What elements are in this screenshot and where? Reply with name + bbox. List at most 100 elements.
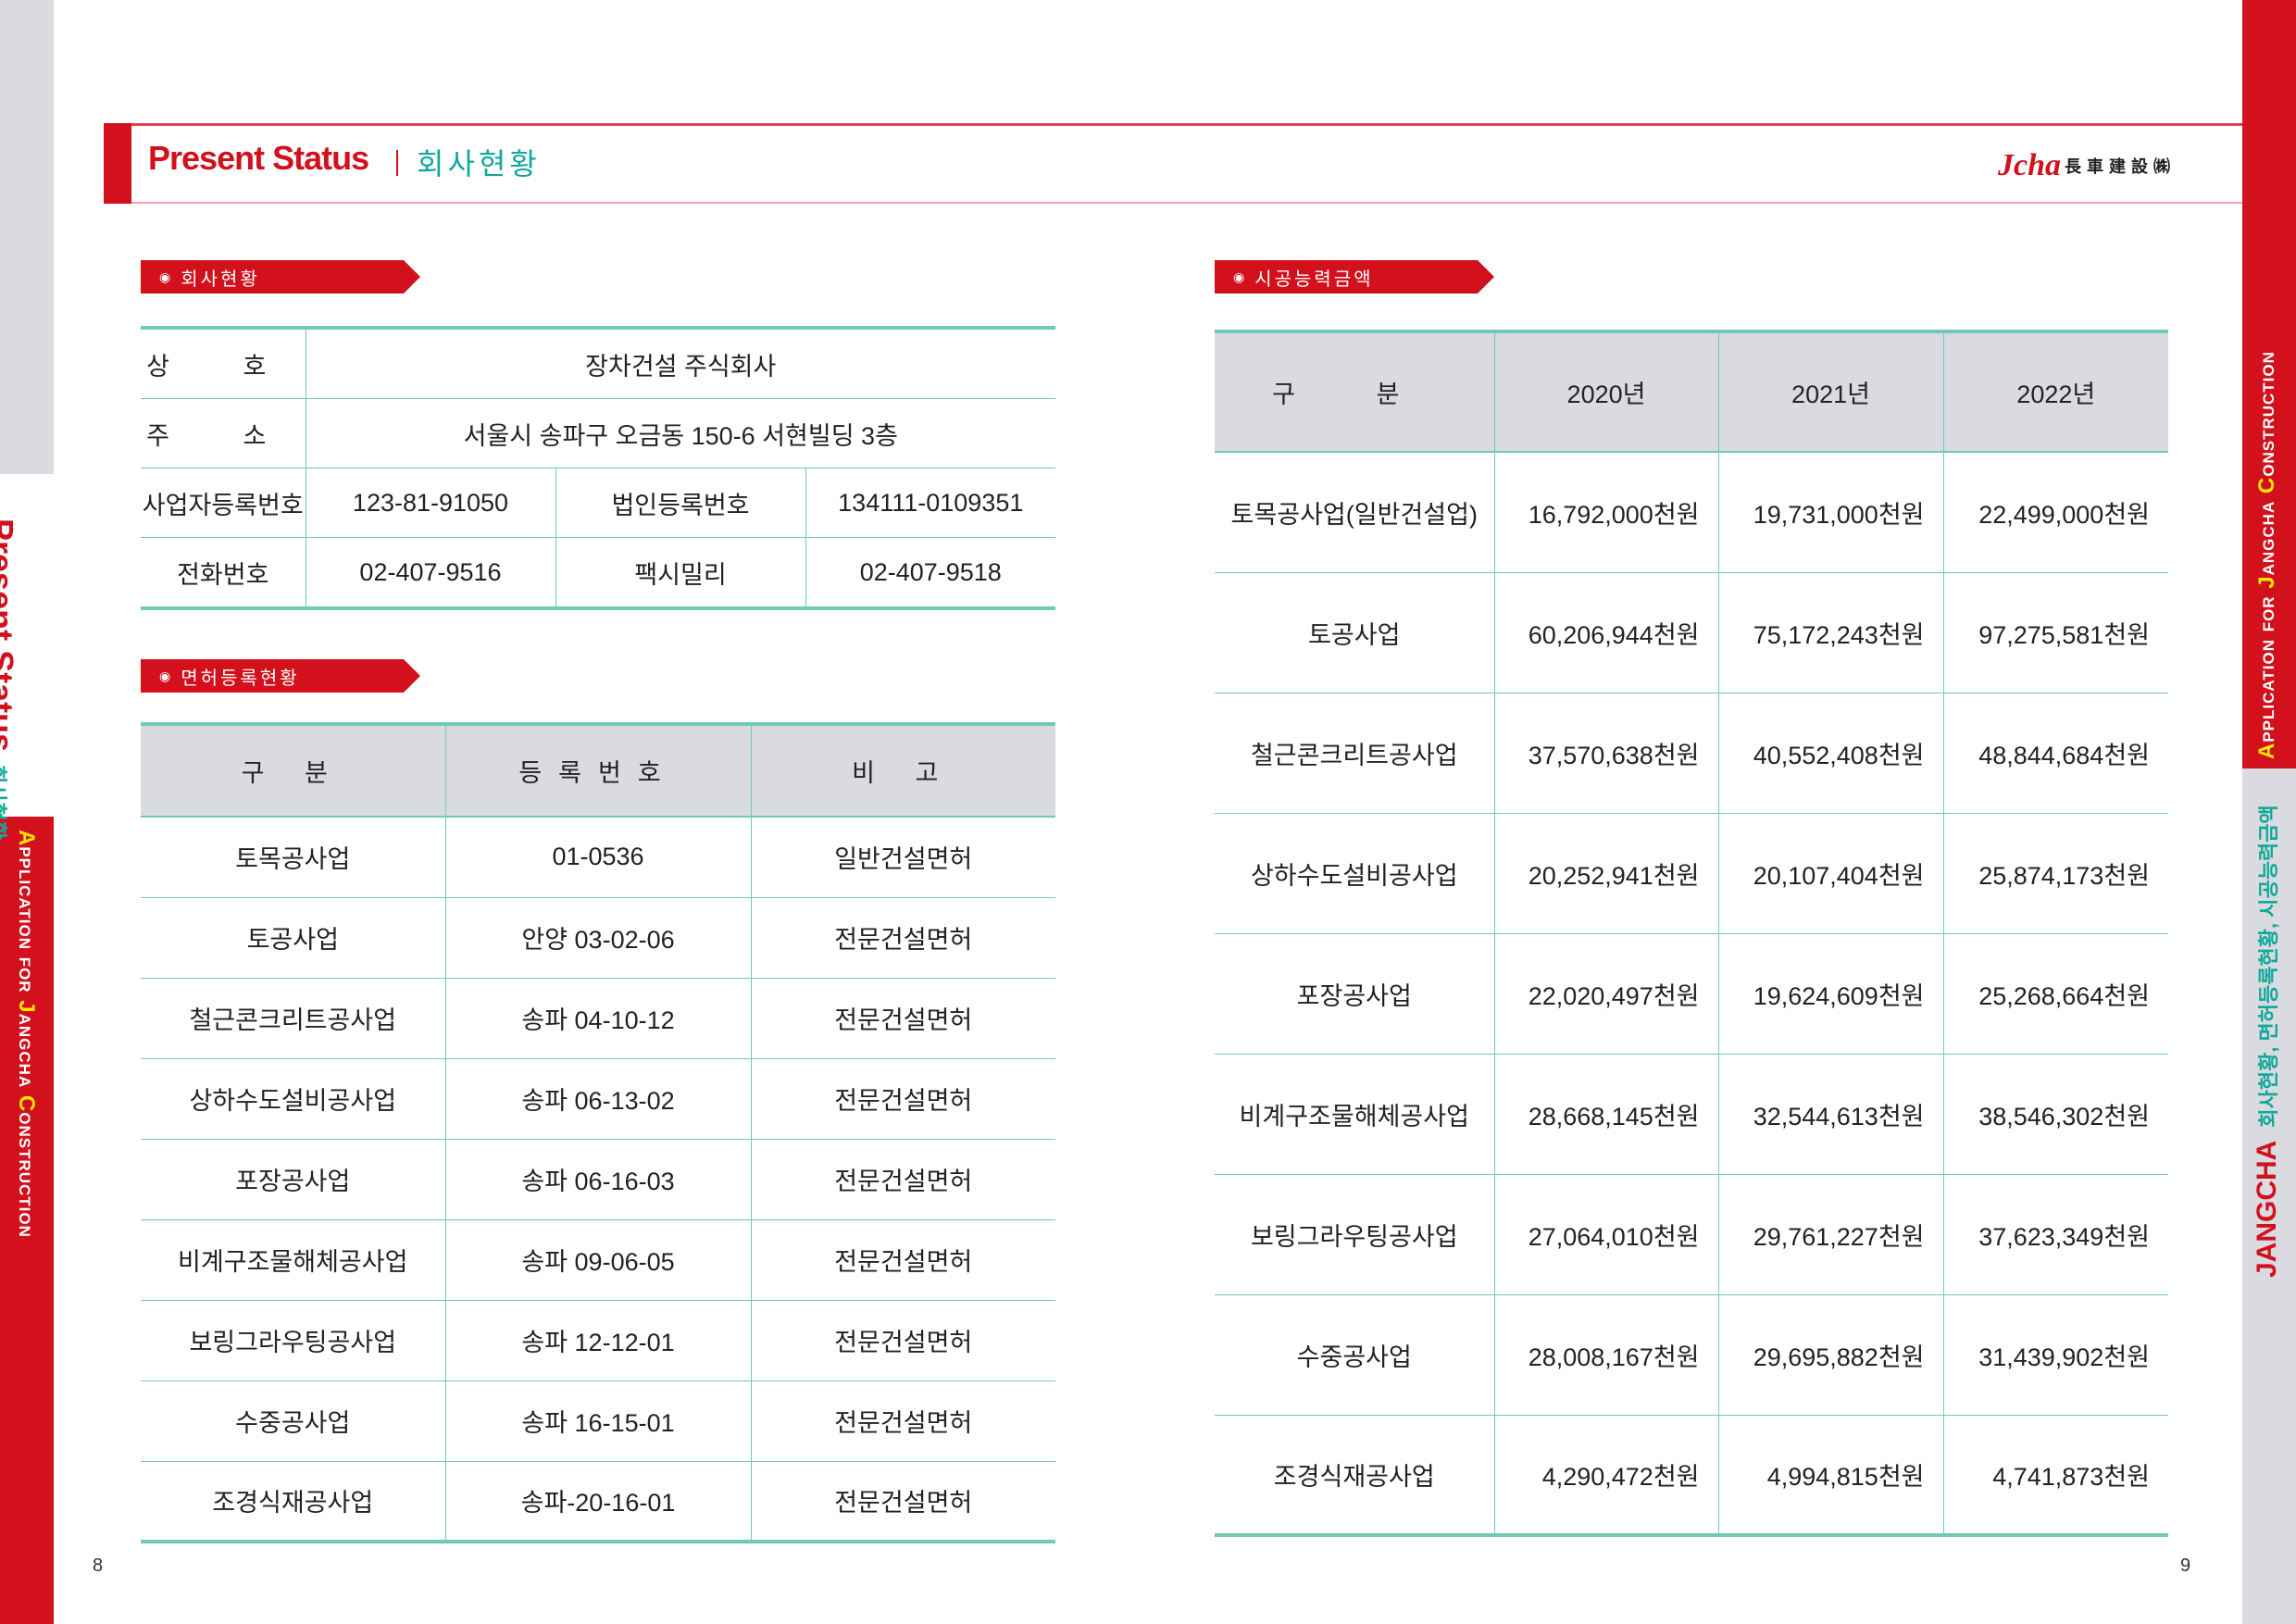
bullet-icon: ◉ <box>159 269 174 284</box>
table-row: 상하수도설비공사업 20,252,941천원 20,107,404천원 25,874,… <box>1215 812 2168 933</box>
table-row: 상 호 장차건설 주식회사 <box>141 328 1056 399</box>
logo-text: 長車建設㈱ <box>2065 157 2176 176</box>
capacity-2022: 22,499,000천원 <box>1942 451 2168 572</box>
license-category: 보링그라우팅공사업 <box>141 1299 445 1380</box>
header-accent-block <box>104 123 131 204</box>
table-row: 사업자등록번호 123-81-91050 법인등록번호 134111-01093… <box>141 468 1056 538</box>
capacity-2021: 4,994,815천원 <box>1717 1414 1943 1535</box>
page-number-left: 8 <box>93 1555 104 1576</box>
table-row: 수중공사업 28,008,167천원 29,695,882천원 31,439,902천… <box>1215 1293 2168 1415</box>
capacity-category: 토목공사업(일반건설업) <box>1215 451 1494 572</box>
capacity-header-2021: 2021년 <box>1717 331 1943 452</box>
capacity-2022: 4,741,873천원 <box>1942 1414 2168 1535</box>
license-number: 송파 06-13-02 <box>444 1057 751 1139</box>
bullet-icon: ◉ <box>159 668 174 683</box>
capacity-category: 수중공사업 <box>1215 1293 1494 1415</box>
capacity-2020: 16,792,000천원 <box>1493 451 1718 572</box>
license-number: 송파-20-16-01 <box>444 1460 751 1542</box>
capacity-header-2020: 2020년 <box>1493 331 1718 452</box>
license-number: 01-0536 <box>444 816 751 897</box>
company-logo: Jcha 長車建設㈱ <box>1998 148 2176 182</box>
table-row: 비계구조물해체공사업 28,668,145천원 32,544,613천원 38,546… <box>1215 1053 2168 1174</box>
table-header-row: 구 분 2020년 2021년 2022년 <box>1215 331 2168 452</box>
corporate-number-label: 법인등록번호 <box>555 468 805 538</box>
capacity-category: 토공사업 <box>1215 571 1494 693</box>
right-side-title: JANGCHA회사현황, 면허등록현황, 시공능력금액 <box>2252 805 2282 1278</box>
table-row: 조경식재공사업 4,290,472천원 4,994,815천원 4,741,873천원 <box>1215 1414 2168 1535</box>
business-number-label: 사업자등록번호 <box>141 468 306 538</box>
table-row: 상하수도설비공사업 송파 06-13-02 전문건설면허 <box>141 1057 1055 1139</box>
header-top-line <box>104 123 2242 126</box>
table-row: 주 소 서울시 송파구 오금동 150-6 서현빌딩 3층 <box>141 398 1056 468</box>
section-label-license: ◉ 면허등록현황 <box>141 659 420 693</box>
capacity-2020: 60,206,944천원 <box>1493 571 1718 693</box>
left-side-title: Present Status회사현황 <box>0 518 20 841</box>
capacity-2021: 32,544,613천원 <box>1717 1053 1943 1174</box>
capacity-2022: 97,275,581천원 <box>1942 571 2168 693</box>
license-number: 송파 09-06-05 <box>444 1218 751 1300</box>
capacity-2021: 20,107,404천원 <box>1717 812 1943 933</box>
license-category: 조경식재공사업 <box>141 1460 445 1542</box>
license-header-number: 등록번호 <box>444 724 751 817</box>
table-row: 토목공사업(일반건설업) 16,792,000천원 19,731,000천원 22,4… <box>1215 451 2168 572</box>
license-number: 안양 03-02-06 <box>444 896 751 978</box>
capacity-2020: 4,290,472천원 <box>1493 1414 1718 1535</box>
phone-label: 전화번호 <box>141 537 306 609</box>
section-label-capacity: ◉ 시공능력금액 <box>1215 260 1494 294</box>
page-title: Present Status <box>148 139 369 177</box>
license-number: 송파 12-12-01 <box>444 1299 751 1380</box>
license-category: 상하수도설비공사업 <box>141 1057 445 1139</box>
license-note: 전문건설면허 <box>750 1380 1055 1461</box>
fax-value: 02-407-9518 <box>805 537 1056 609</box>
bullet-icon: ◉ <box>1233 269 1248 284</box>
page-number-right: 9 <box>2180 1555 2191 1576</box>
capacity-header-category: 구 분 <box>1215 331 1494 452</box>
table-row: 수중공사업 송파 16-15-01 전문건설면허 <box>141 1380 1055 1461</box>
table-row: 토공사업 안양 03-02-06 전문건설면허 <box>141 896 1055 978</box>
table-row: 포장공사업 22,020,497천원 19,624,609천원 25,268,664천… <box>1215 932 2168 1054</box>
capacity-2021: 40,552,408천원 <box>1717 692 1943 813</box>
license-note: 일반건설면허 <box>750 816 1055 897</box>
capacity-table: 구 분 2020년 2021년 2022년 토목공사업(일반건설업) 16,792… <box>1215 330 2168 1537</box>
company-address-label: 주 소 <box>141 398 306 468</box>
capacity-2021: 19,731,000천원 <box>1717 451 1943 572</box>
table-row: 보링그라우팅공사업 송파 12-12-01 전문건설면허 <box>141 1299 1055 1380</box>
capacity-category: 상하수도설비공사업 <box>1215 812 1494 933</box>
license-header-note: 비 고 <box>750 724 1055 817</box>
license-note: 전문건설면허 <box>750 1460 1055 1542</box>
license-table: 구 분 등록번호 비 고 토목공사업 01-0536 일반건설면허 토공사업 안양 03… <box>141 722 1055 1543</box>
license-category: 포장공사업 <box>141 1138 445 1219</box>
capacity-2022: 25,874,173천원 <box>1942 812 2168 933</box>
table-row: 철근콘크리트공사업 송파 04-10-12 전문건설면허 <box>141 977 1055 1058</box>
left-side-tagline: Application for Jangcha Construction <box>14 830 39 1238</box>
license-note: 전문건설면허 <box>750 977 1055 1058</box>
table-row: 토목공사업 01-0536 일반건설면허 <box>141 816 1055 897</box>
capacity-2020: 20,252,941천원 <box>1493 812 1718 933</box>
table-row: 포장공사업 송파 06-16-03 전문건설면허 <box>141 1138 1055 1219</box>
table-row: 토공사업 60,206,944천원 75,172,243천원 97,275,581천원 <box>1215 571 2168 693</box>
capacity-2022: 48,844,684천원 <box>1942 692 2168 813</box>
left-side-strip <box>0 0 54 474</box>
license-number: 송파 16-15-01 <box>444 1380 751 1461</box>
table-header-row: 구 분 등록번호 비 고 <box>141 724 1055 817</box>
page-subtitle: 회사현황 <box>417 147 541 181</box>
company-name-label: 상 호 <box>141 328 306 399</box>
company-address-value: 서울시 송파구 오금동 150-6 서현빌딩 3층 <box>305 398 1056 468</box>
capacity-2022: 37,623,349천원 <box>1942 1173 2168 1294</box>
license-number: 송파 04-10-12 <box>444 977 751 1058</box>
capacity-2020: 27,064,010천원 <box>1493 1173 1718 1294</box>
license-category: 토목공사업 <box>141 816 445 897</box>
capacity-2022: 25,268,664천원 <box>1942 932 2168 1054</box>
company-info-table: 상 호 장차건설 주식회사 주 소 서울시 송파구 오금동 150-6 서현빌딩… <box>141 326 1056 610</box>
license-category: 수중공사업 <box>141 1380 445 1461</box>
license-note: 전문건설면허 <box>750 1299 1055 1380</box>
capacity-2022: 31,439,902천원 <box>1942 1293 2168 1415</box>
header-separator <box>396 150 398 176</box>
capacity-2020: 28,008,167천원 <box>1493 1293 1718 1415</box>
table-row: 철근콘크리트공사업 37,570,638천원 40,552,408천원 48,844,… <box>1215 692 2168 813</box>
license-note: 전문건설면허 <box>750 1138 1055 1219</box>
capacity-2020: 37,570,638천원 <box>1493 692 1718 813</box>
corporate-number-value: 134111-0109351 <box>805 468 1056 538</box>
license-note: 전문건설면허 <box>750 896 1055 978</box>
capacity-category: 철근콘크리트공사업 <box>1215 692 1494 813</box>
